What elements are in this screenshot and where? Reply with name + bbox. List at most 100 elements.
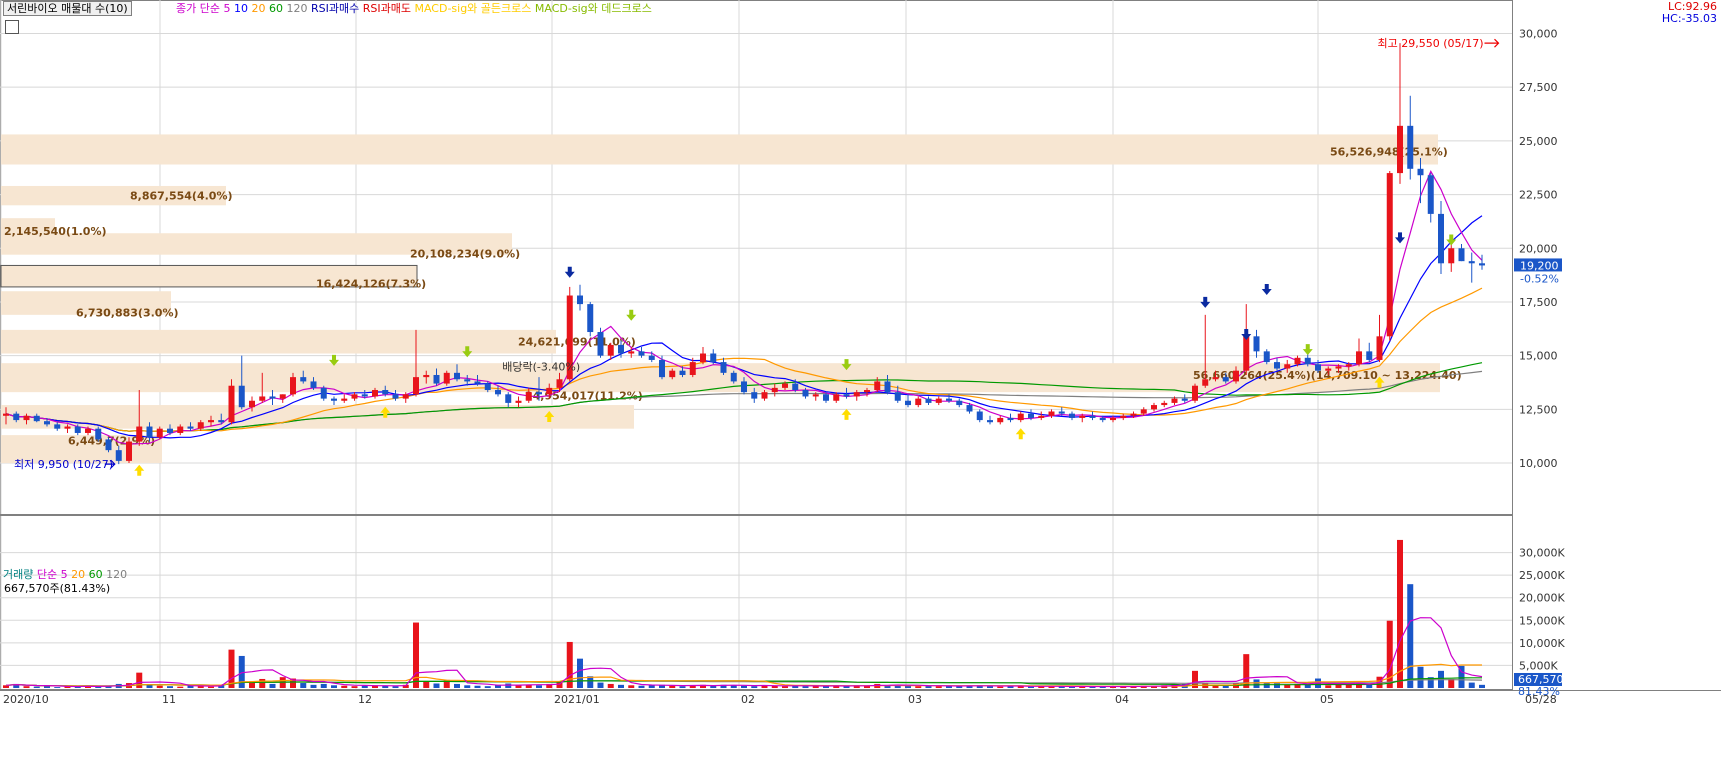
candle-body	[946, 398, 952, 401]
candle-body	[1448, 248, 1455, 264]
volume-bar	[782, 686, 788, 688]
candle-body	[853, 392, 860, 397]
volume-legend-item-2[interactable]: 5	[61, 568, 72, 581]
price-tick-label: 20,000	[1519, 242, 1558, 255]
legend-item-4[interactable]: 20	[252, 2, 270, 15]
legend-item-0[interactable]: 종가	[176, 2, 200, 15]
candle-body	[505, 394, 512, 403]
candle-body	[218, 420, 225, 423]
candle-body	[1468, 261, 1475, 264]
candle-body	[341, 398, 348, 401]
volume-bar	[1253, 679, 1260, 688]
volume-profile-label: 16,424,126(7.3%)	[316, 278, 426, 291]
legend-item-2[interactable]: 5	[224, 2, 235, 15]
candle-body	[1335, 366, 1342, 369]
legend-item-5[interactable]: 60	[269, 2, 287, 15]
legend-item-10[interactable]: MACD-sig와 데드크로스	[535, 2, 652, 15]
candle-body	[864, 390, 870, 393]
volume-ma20-line	[5, 663, 1482, 687]
candle-body	[1120, 415, 1127, 418]
candle-body	[249, 400, 255, 408]
candle-body	[1417, 168, 1424, 176]
candle-body	[925, 398, 932, 403]
candle-body	[792, 383, 799, 391]
volume-legend-item-3[interactable]: 20	[71, 568, 89, 581]
candle-body	[987, 420, 993, 423]
candle-body	[833, 394, 840, 401]
candle-body	[1089, 415, 1096, 418]
legend-item-7[interactable]: RSI과매수	[311, 2, 363, 15]
candle-body	[1345, 364, 1352, 367]
candle-body	[1376, 336, 1383, 360]
candle-body	[1304, 357, 1311, 365]
candle-body	[823, 394, 829, 401]
candle-body	[290, 377, 296, 395]
volume-profile-band	[1, 134, 1438, 165]
table-icon[interactable]	[5, 20, 19, 34]
candle-body	[515, 400, 522, 403]
volume-bar	[1304, 684, 1311, 688]
candle-body	[433, 374, 440, 384]
candle-body	[1243, 336, 1250, 371]
candle-body	[3, 413, 9, 416]
volume-ma5-line	[5, 617, 1483, 688]
candle-body	[1325, 368, 1332, 371]
candle-body	[361, 394, 368, 397]
candle-body	[402, 394, 409, 399]
volume-bar	[351, 686, 358, 688]
candle-body	[115, 450, 122, 461]
candle-body	[1079, 415, 1086, 418]
volume-legend-item-4[interactable]: 60	[89, 568, 107, 581]
volume-profile-label: 6,730,883(3.0%)	[76, 306, 179, 319]
volume-bar	[474, 685, 481, 688]
volume-profile-label: 20,108,234(9.0%)	[410, 248, 520, 261]
candle-body	[1110, 417, 1116, 421]
candle-body	[1222, 377, 1229, 382]
legend-item-9[interactable]: MACD-sig와 골든크로스	[414, 2, 534, 15]
candle-body	[54, 424, 61, 429]
candle-body	[874, 381, 881, 391]
volume-legend-item-0[interactable]: 거래량	[3, 568, 37, 581]
legend-item-6[interactable]: 120	[287, 2, 312, 15]
macd-deadcross-arrow	[1446, 234, 1457, 246]
candle-body	[228, 385, 235, 423]
candle-body	[1151, 405, 1157, 410]
candle-body	[392, 394, 399, 399]
volume-bar	[361, 685, 368, 688]
candle-body	[64, 426, 71, 429]
candle-body	[679, 370, 686, 375]
last-price-value: 19,200	[1520, 259, 1559, 272]
price-legend: 종가 단순 5 10 20 60 120 RSI과매수 RSI과매도 MACD-…	[176, 2, 652, 15]
volume-bar	[1479, 684, 1485, 688]
macd-deadcross-arrow	[626, 309, 637, 321]
volume-bar	[1448, 678, 1455, 688]
legend-item-8[interactable]: RSI과매도	[363, 2, 415, 15]
legend-item-1[interactable]: 단순	[200, 2, 224, 15]
candle-body	[413, 377, 419, 395]
time-tick-label: 02	[741, 693, 755, 706]
candle-body	[136, 426, 143, 442]
volume-legend-item-5[interactable]: 120	[106, 568, 127, 581]
price-tick-label: 17,500	[1519, 296, 1558, 309]
candle-body	[95, 428, 102, 440]
chart-title[interactable]: 서린바이오 매물대 수(10)	[3, 1, 132, 16]
candle-body	[843, 394, 850, 397]
candle-body	[802, 390, 809, 397]
volume-bar	[177, 686, 184, 688]
candle-body	[966, 405, 973, 412]
macd-deadcross-arrow	[1302, 344, 1313, 356]
candle-body	[495, 390, 501, 395]
volume-tick-label: 10,000K	[1519, 637, 1565, 650]
volume-bar	[167, 686, 173, 688]
candle-body	[915, 398, 922, 406]
volume-bar	[741, 685, 747, 688]
legend-item-3[interactable]: 10	[234, 2, 252, 15]
candle-body	[1181, 398, 1188, 401]
volume-bar	[751, 686, 758, 688]
candle-body	[1274, 362, 1280, 369]
candle-body	[587, 304, 594, 333]
price-tick-label: 22,500	[1519, 189, 1558, 202]
candle-body	[1130, 413, 1137, 416]
time-tick-label: 04	[1115, 693, 1129, 706]
volume-legend-item-1[interactable]: 단순	[37, 568, 61, 581]
